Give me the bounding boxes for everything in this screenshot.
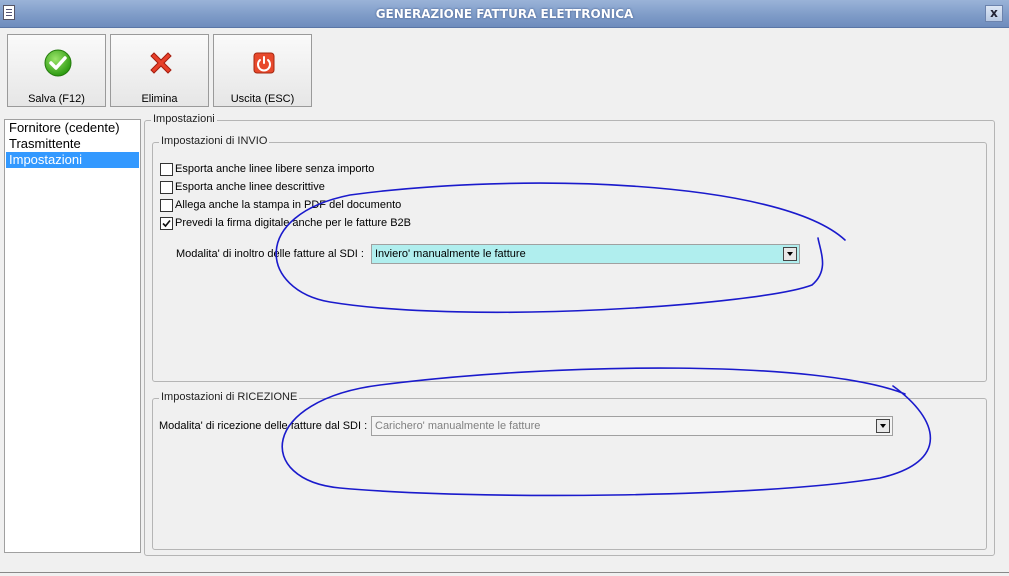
window-bottom-border — [0, 572, 1009, 573]
nav-item-fornitore[interactable]: Fornitore (cedente) — [6, 120, 139, 136]
settings-group-title: Impostazioni — [151, 113, 217, 125]
delete-label: Elimina — [141, 93, 178, 105]
invio-group-title: Impostazioni di INVIO — [159, 135, 270, 147]
close-button[interactable]: x — [985, 5, 1003, 22]
checkbox-checked[interactable] — [160, 217, 173, 230]
option-export-free-lines[interactable]: Esporta anche linee libere senza importo — [160, 163, 460, 177]
delete-button[interactable]: Elimina — [110, 34, 209, 107]
red-x-icon — [150, 52, 172, 74]
section-list[interactable]: Fornitore (cedente) Trasmittente Imposta… — [4, 119, 141, 553]
chevron-down-icon[interactable] — [783, 247, 797, 261]
option-digital-signature-b2b[interactable]: Prevedi la firma digitale anche per le f… — [160, 217, 460, 231]
option-attach-pdf[interactable]: Allega anche la stampa in PDF del docume… — [160, 199, 460, 213]
ricezione-mode-select[interactable]: Carichero' manualmente le fatture — [371, 416, 893, 436]
checkbox[interactable] — [160, 163, 173, 176]
option-export-descriptive-lines[interactable]: Esporta anche linee descrittive — [160, 181, 460, 195]
nav-item-trasmittente[interactable]: Trasmittente — [6, 136, 139, 152]
invio-mode-value: Inviero' manualmente le fatture — [375, 248, 526, 260]
title-bar: GENERAZIONE FATTURA ELETTRONICA x — [0, 0, 1009, 28]
ricezione-group-title: Impostazioni di RICEZIONE — [159, 391, 300, 403]
save-button[interactable]: Salva (F12) — [7, 34, 106, 107]
invio-mode-label: Modalita' di inoltro delle fatture al SD… — [176, 248, 364, 260]
check-icon — [44, 49, 72, 77]
exit-button[interactable]: Uscita (ESC) — [213, 34, 312, 107]
checkbox[interactable] — [160, 181, 173, 194]
nav-item-impostazioni[interactable]: Impostazioni — [6, 152, 139, 168]
chevron-down-icon[interactable] — [876, 419, 890, 433]
checkmark-icon — [162, 219, 171, 228]
ricezione-mode-label: Modalita' di ricezione delle fatture dal… — [159, 420, 368, 432]
exit-label: Uscita (ESC) — [230, 93, 295, 105]
invio-mode-select[interactable]: Inviero' manualmente le fatture — [371, 244, 800, 264]
window-title: GENERAZIONE FATTURA ELETTRONICA — [375, 7, 634, 21]
power-icon — [253, 52, 275, 74]
save-label: Salva (F12) — [28, 93, 85, 105]
ricezione-mode-value: Carichero' manualmente le fatture — [375, 420, 541, 432]
checkbox[interactable] — [160, 199, 173, 212]
